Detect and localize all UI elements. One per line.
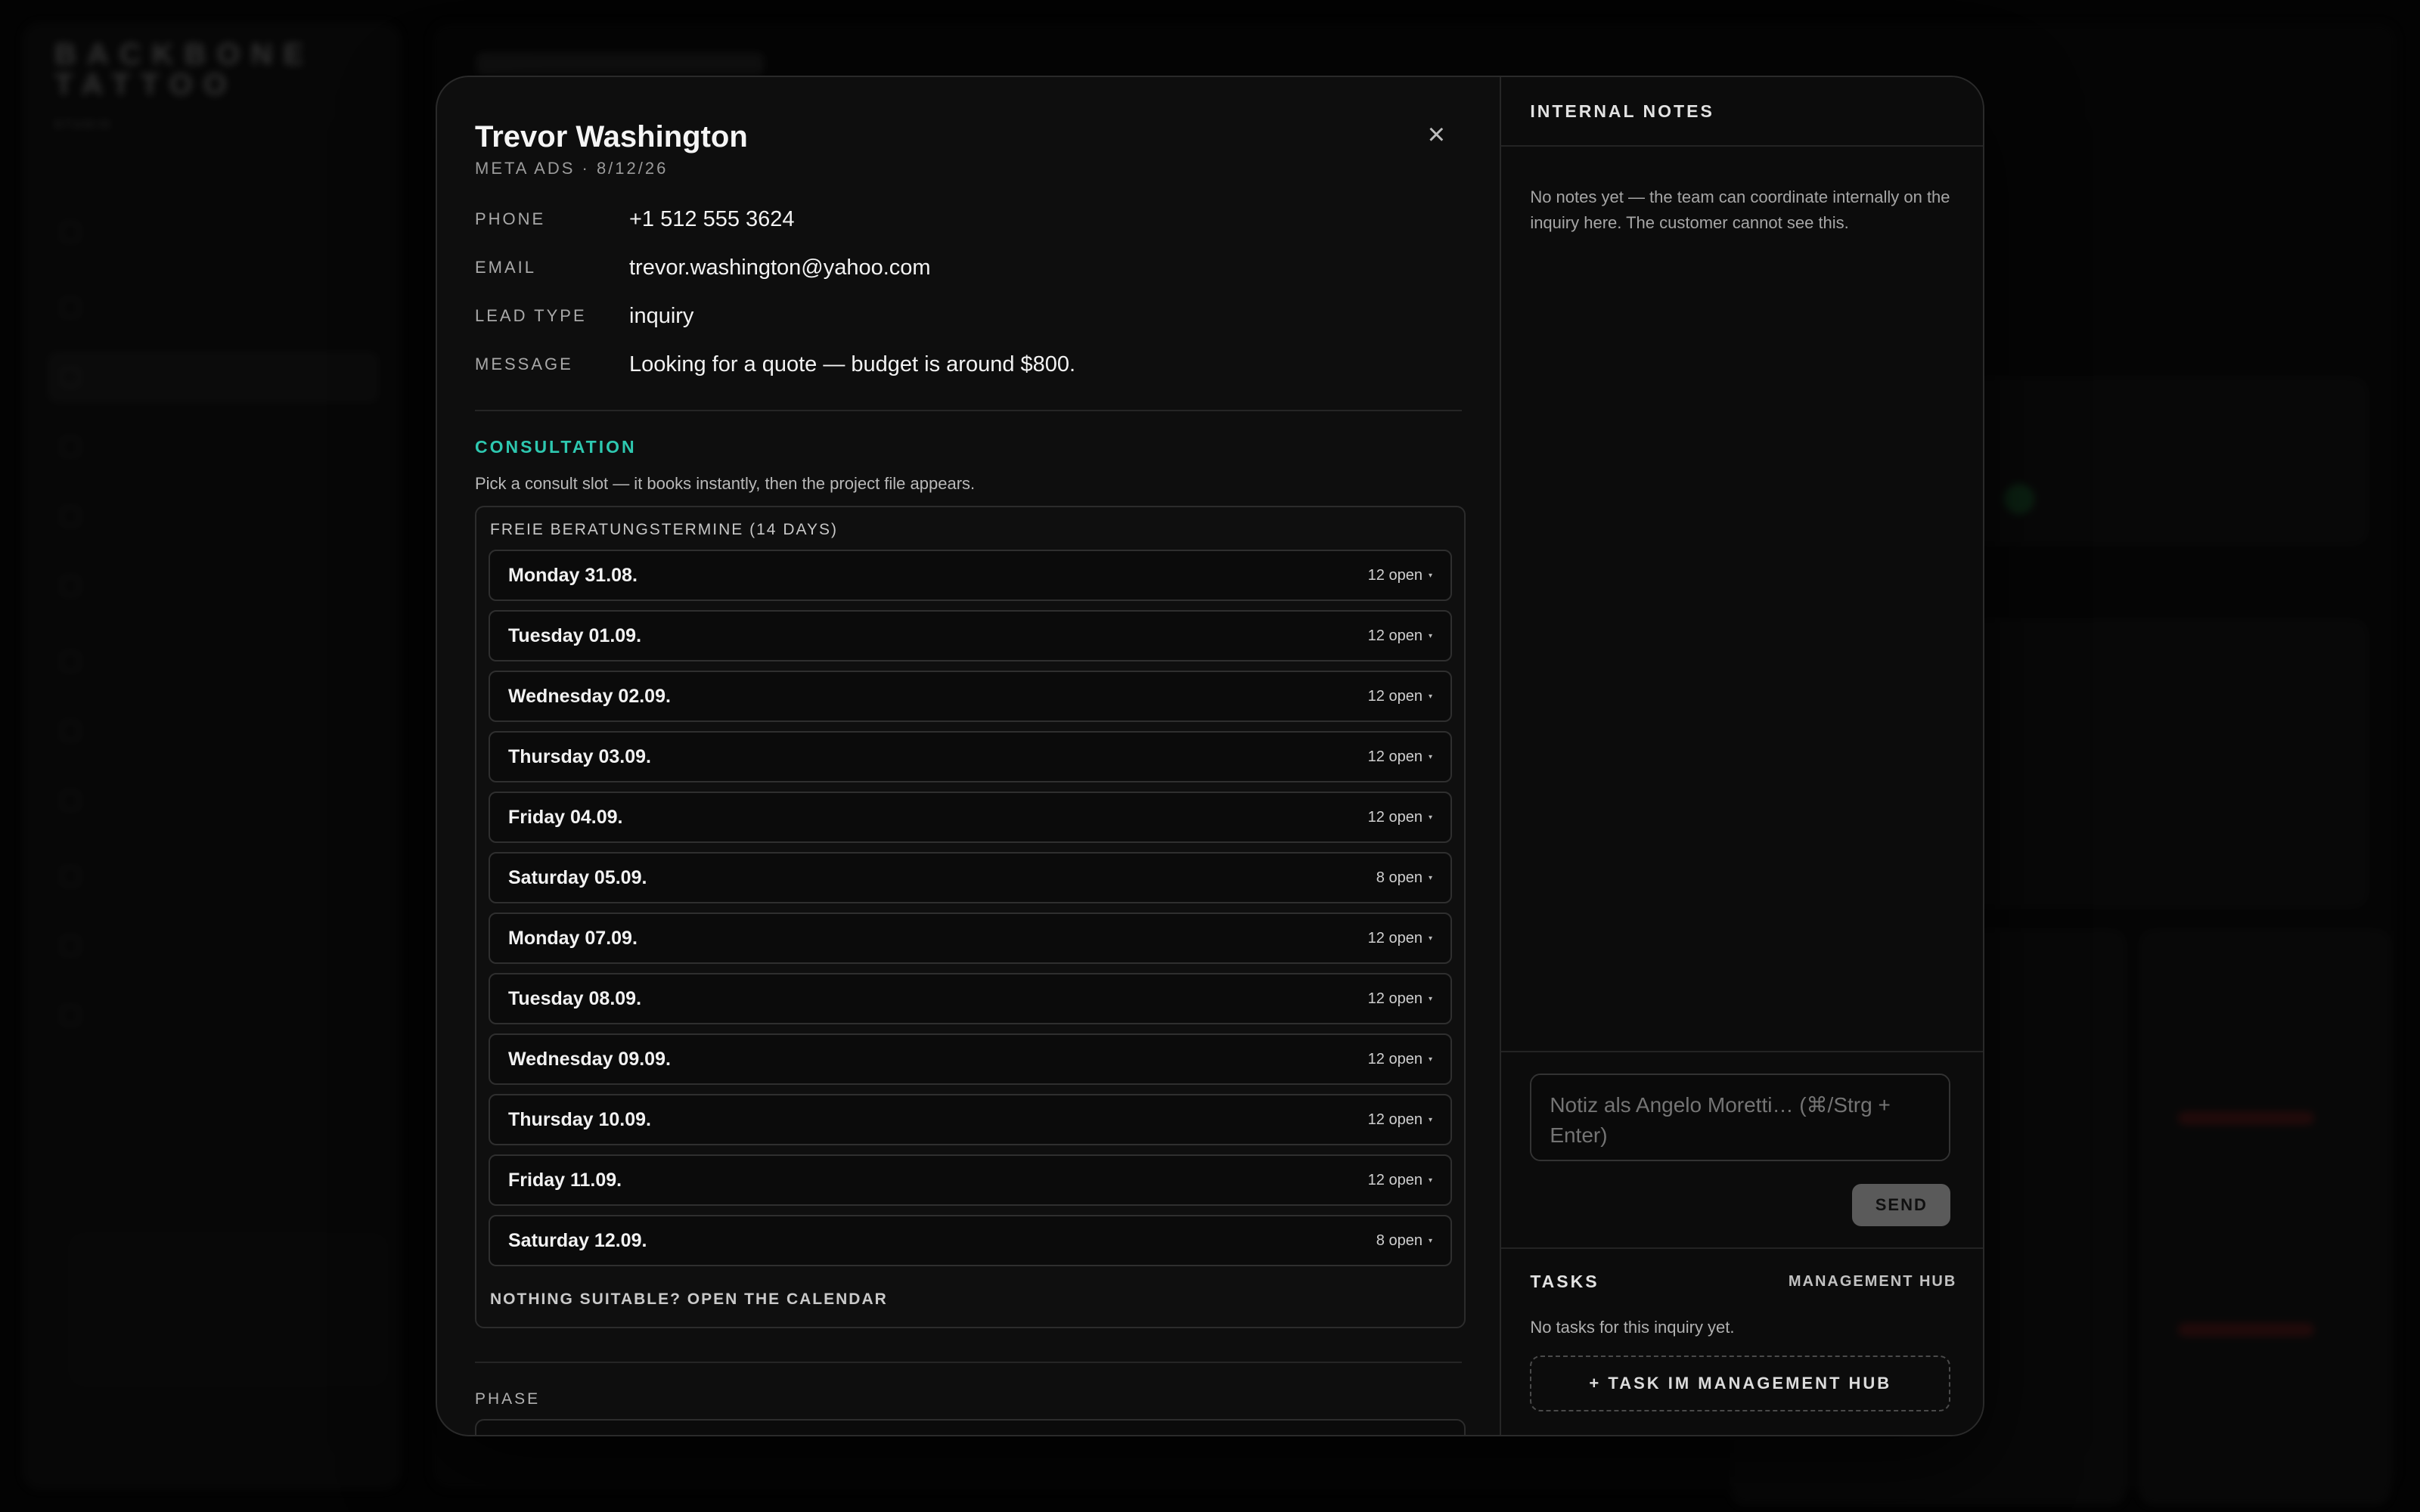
lead-details-pane: × Trevor Washington META ADS · 8/12/26 P… — [437, 77, 1500, 1435]
divider — [475, 410, 1463, 411]
chevron-down-icon: ▾ — [1428, 1236, 1432, 1245]
note-composer: SEND — [1501, 1051, 1983, 1247]
slot-day: Thursday 10.09. — [508, 1108, 651, 1130]
email-value[interactable]: trevor.washington@yahoo.com — [629, 256, 931, 280]
management-hub-link[interactable]: MANAGEMENT HUB — [1789, 1273, 1956, 1290]
slot-picker-title: FREIE BERATUNGSTERMINE (14 DAYS) — [490, 521, 838, 538]
slot-open-count: 12 open ▾ — [1368, 990, 1432, 1008]
phone-value[interactable]: +1 512 555 3624 — [629, 207, 795, 232]
tasks-heading: TASKS — [1530, 1272, 1599, 1291]
slot-open-count: 12 open ▾ — [1368, 627, 1432, 645]
chevron-down-icon: ▾ — [1428, 571, 1432, 580]
slot-list: Monday 31.08. 12 open ▾ Tuesday 01.09. 12 op… — [489, 550, 1452, 1266]
slot-day: Friday 04.09. — [508, 806, 623, 828]
chevron-down-icon: ▾ — [1428, 1176, 1432, 1185]
slot-open-count: 8 open ▾ — [1376, 1232, 1432, 1250]
slot-row[interactable]: Monday 07.09. 12 open ▾ — [489, 912, 1452, 964]
field-label: MESSAGE — [475, 355, 573, 373]
field-message: MESSAGE Looking for a quote — budget is … — [475, 340, 1462, 389]
chevron-down-icon: ▾ — [1428, 873, 1432, 882]
phase-label: PHASE — [475, 1390, 541, 1408]
slot-row[interactable]: Thursday 10.09. 12 open ▾ — [489, 1094, 1452, 1145]
slot-open-count-text: 12 open — [1367, 808, 1423, 826]
slot-open-count: 12 open ▾ — [1368, 930, 1432, 947]
internal-notes-pane: INTERNAL NOTES No notes yet — the team c… — [1500, 77, 1983, 1435]
field-label: LEAD TYPE — [475, 306, 587, 325]
notes-heading: INTERNAL NOTES — [1501, 77, 1983, 147]
slot-day: Monday 31.08. — [508, 564, 638, 586]
slot-open-count: 12 open ▾ — [1368, 688, 1432, 705]
consultation-heading: CONSULTATION — [475, 437, 637, 457]
slot-open-count-text: 12 open — [1367, 627, 1423, 644]
divider — [475, 1362, 1463, 1363]
close-icon[interactable]: × — [1415, 113, 1457, 156]
slot-row[interactable]: Wednesday 02.09. 12 open ▾ — [489, 671, 1452, 722]
slot-open-count: 12 open ▾ — [1368, 1111, 1432, 1129]
slot-open-count: 12 open ▾ — [1368, 1051, 1432, 1068]
slot-row[interactable]: Saturday 05.09. 8 open ▾ — [489, 852, 1452, 903]
add-task-button[interactable]: + TASK IM MANAGEMENT HUB — [1530, 1356, 1951, 1411]
slot-open-count-text: 12 open — [1367, 1171, 1423, 1188]
field-label: PHONE — [475, 209, 546, 228]
lead-detail-modal: × Trevor Washington META ADS · 8/12/26 P… — [436, 76, 1984, 1436]
slot-open-count: 12 open ▾ — [1368, 567, 1432, 584]
slot-open-count: 12 open ▾ — [1368, 1172, 1432, 1189]
slot-day: Saturday 05.09. — [508, 866, 647, 888]
slot-row[interactable]: Tuesday 08.09. 12 open ▾ — [489, 973, 1452, 1024]
slot-open-count: 12 open ▾ — [1368, 748, 1432, 766]
slot-day: Tuesday 08.09. — [508, 987, 642, 1009]
slot-open-count-text: 12 open — [1367, 1050, 1423, 1067]
lead-source-date: META ADS · 8/12/26 — [475, 159, 669, 178]
message-value: Looking for a quote — budget is around $… — [629, 352, 1076, 376]
slot-row[interactable]: Wednesday 09.09. 12 open ▾ — [489, 1033, 1452, 1085]
field-lead-type: LEAD TYPE inquiry — [475, 292, 1462, 340]
slot-row[interactable]: Thursday 03.09. 12 open ▾ — [489, 731, 1452, 782]
slot-open-count-text: 12 open — [1367, 566, 1423, 584]
slot-row[interactable]: Saturday 12.09. 8 open ▾ — [489, 1215, 1452, 1266]
chevron-down-icon: ▾ — [1428, 934, 1432, 943]
slot-day: Saturday 12.09. — [508, 1229, 647, 1251]
slot-day: Wednesday 02.09. — [508, 685, 671, 707]
slot-open-count: 12 open ▾ — [1368, 809, 1432, 826]
slot-row[interactable]: Monday 31.08. 12 open ▾ — [489, 550, 1452, 601]
phase-select[interactable] — [475, 1419, 1466, 1435]
slot-open-count-text: 12 open — [1367, 748, 1423, 765]
lead-type-value: inquiry — [629, 303, 694, 328]
slot-day: Monday 07.09. — [508, 927, 638, 949]
chevron-down-icon: ▾ — [1428, 813, 1432, 822]
chevron-down-icon: ▾ — [1428, 1055, 1432, 1064]
consultation-hint: Pick a consult slot — it books instantly… — [475, 474, 976, 493]
slot-open-count-text: 12 open — [1367, 990, 1423, 1007]
slot-row[interactable]: Friday 11.09. 12 open ▾ — [489, 1154, 1452, 1206]
slot-day: Friday 11.09. — [508, 1169, 622, 1191]
slot-row[interactable]: Friday 04.09. 12 open ▾ — [489, 792, 1452, 843]
chevron-down-icon: ▾ — [1428, 752, 1432, 761]
tasks-section: TASKS MANAGEMENT HUB No tasks for this i… — [1501, 1247, 1983, 1435]
slot-open-count-text: 12 open — [1367, 687, 1423, 705]
note-input[interactable] — [1530, 1074, 1951, 1161]
chevron-down-icon: ▾ — [1428, 631, 1432, 640]
slot-day: Thursday 03.09. — [508, 745, 651, 767]
slot-row[interactable]: Tuesday 01.09. 12 open ▾ — [489, 610, 1452, 662]
slot-open-count-text: 8 open — [1376, 869, 1423, 886]
lead-name: Trevor Washington — [475, 120, 748, 153]
slot-day: Wednesday 09.09. — [508, 1048, 671, 1070]
consult-slot-picker: FREIE BERATUNGSTERMINE (14 DAYS) Monday … — [475, 506, 1466, 1328]
notes-empty-state: No notes yet — the team can coordinate i… — [1530, 187, 1950, 232]
lead-fields: PHONE +1 512 555 3624 EMAIL trevor.washi… — [475, 195, 1462, 389]
slot-open-count-text: 12 open — [1367, 1111, 1423, 1128]
tasks-empty-state: No tasks for this inquiry yet. — [1530, 1318, 1735, 1337]
open-calendar-link[interactable]: NOTHING SUITABLE? OPEN THE CALENDAR — [490, 1290, 888, 1309]
chevron-down-icon: ▾ — [1428, 1115, 1432, 1124]
slot-open-count: 8 open ▾ — [1376, 869, 1432, 887]
field-phone: PHONE +1 512 555 3624 — [475, 195, 1462, 243]
chevron-down-icon: ▾ — [1428, 692, 1432, 701]
slot-open-count-text: 12 open — [1367, 929, 1423, 947]
slot-day: Tuesday 01.09. — [508, 624, 642, 646]
field-email: EMAIL trevor.washington@yahoo.com — [475, 243, 1462, 292]
send-button[interactable]: SEND — [1852, 1184, 1951, 1226]
chevron-down-icon: ▾ — [1428, 994, 1432, 1003]
slot-open-count-text: 8 open — [1376, 1232, 1423, 1249]
field-label: EMAIL — [475, 258, 537, 277]
